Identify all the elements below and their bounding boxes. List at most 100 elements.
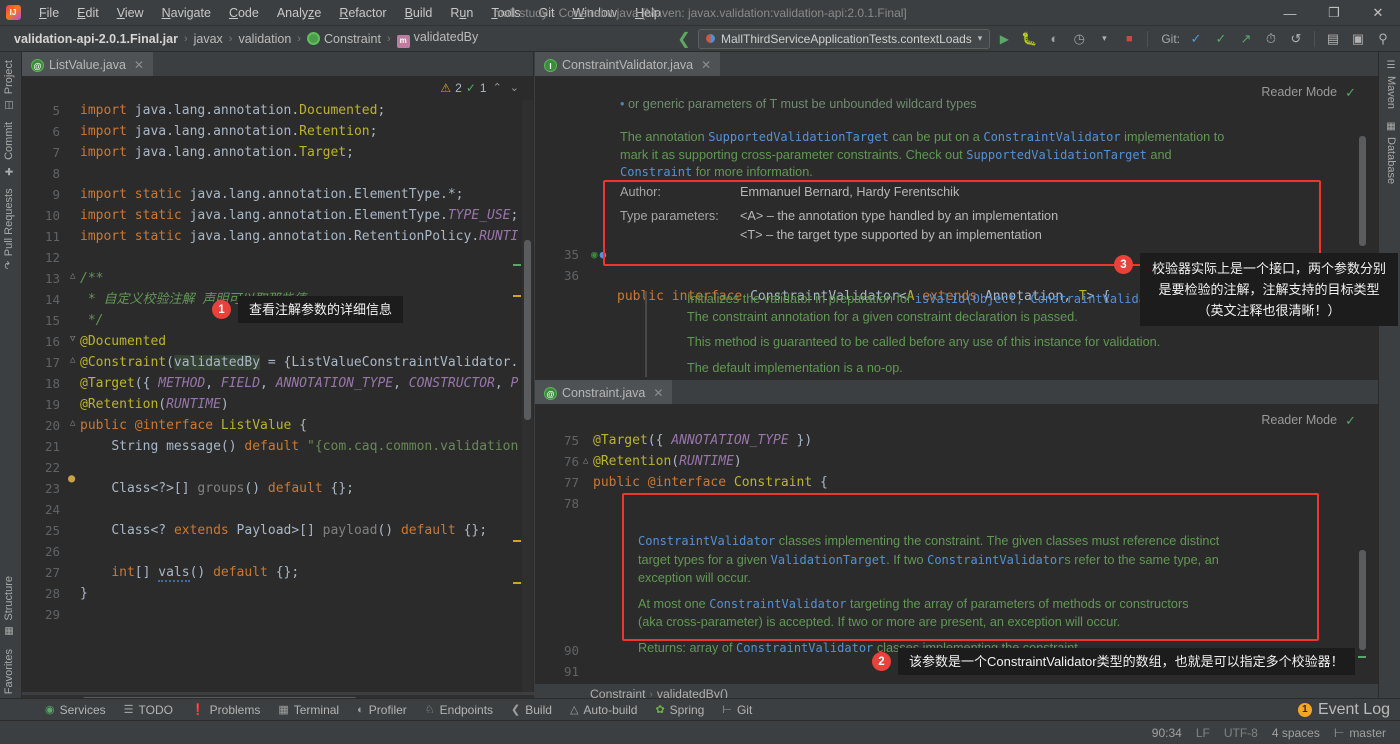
- scrollbar-thumb[interactable]: [1359, 136, 1366, 246]
- code-line[interactable]: import static java.lang.annotation.Eleme…: [80, 205, 518, 226]
- tool-window-build[interactable]: ❮ Build: [502, 701, 561, 719]
- sidebar-item-pull-requests[interactable]: ↷ Pull Requests: [0, 182, 18, 275]
- code-line[interactable]: [80, 247, 518, 268]
- code-line[interactable]: [80, 457, 518, 478]
- reader-mode-toggle[interactable]: Reader Mode ✓: [1261, 410, 1356, 431]
- tool-window-git[interactable]: ⊢ Git: [713, 701, 761, 719]
- code-editor-right-top[interactable]: Reader Mode ✓ • or generic parameters of…: [535, 76, 1378, 380]
- line-separator[interactable]: LF: [1196, 726, 1210, 740]
- breadcrumb-item-validatedby[interactable]: m validatedBy: [393, 29, 483, 49]
- menu-analyze[interactable]: Analyze: [268, 3, 330, 23]
- menu-view[interactable]: View: [108, 3, 153, 23]
- minimize-button[interactable]: —: [1268, 0, 1312, 26]
- restore-button[interactable]: ❐: [1312, 0, 1356, 26]
- menu-git[interactable]: Git: [530, 3, 564, 23]
- code-line[interactable]: @Constraint(validatedBy = {ListValueCons…: [80, 352, 518, 373]
- sidebar-item-structure[interactable]: ▦ Structure: [0, 570, 18, 643]
- doc-link[interactable]: ConstraintValidator: [638, 534, 775, 548]
- menu-edit[interactable]: Edit: [68, 3, 108, 23]
- code-line[interactable]: public @interface ListValue {: [80, 415, 518, 436]
- breadcrumb-item-javax[interactable]: javax: [190, 31, 227, 47]
- fold-marker-icon[interactable]: △: [70, 413, 75, 434]
- fold-marker-icon[interactable]: △: [583, 451, 588, 472]
- sidebar-item-commit[interactable]: ✚ Commit: [0, 116, 18, 182]
- main-menu[interactable]: FFileile Edit View Navigate Code Analyze…: [30, 3, 670, 23]
- git-rollback-icon[interactable]: ↺: [1285, 28, 1307, 50]
- tool-window-endpoints[interactable]: ♘ Endpoints: [416, 701, 502, 719]
- code-line[interactable]: /**: [80, 268, 518, 289]
- sidebar-item-project[interactable]: ◫ Project: [0, 54, 18, 116]
- tool-window-profiler[interactable]: ◐ Profiler: [348, 701, 416, 719]
- debug-icon[interactable]: 🐛: [1018, 28, 1040, 50]
- code-line[interactable]: [593, 493, 828, 514]
- close-icon[interactable]: ✕: [134, 58, 144, 72]
- tool-window-services[interactable]: ◉ Services: [36, 701, 115, 719]
- code-line[interactable]: int[] vals() default {};: [80, 562, 518, 583]
- check-icon[interactable]: ✓: [1345, 82, 1356, 103]
- profile-icon[interactable]: ◷: [1068, 28, 1090, 50]
- git-commit-icon[interactable]: ✓: [1210, 28, 1232, 50]
- code-line[interactable]: import java.lang.annotation.Retention;: [80, 121, 518, 142]
- sidebar-item-maven[interactable]: ☰ Maven: [1382, 54, 1400, 115]
- code-line[interactable]: import static java.lang.annotation.Reten…: [80, 226, 518, 247]
- fold-marker-icon[interactable]: △: [70, 266, 75, 287]
- git-update-icon[interactable]: ✓: [1185, 28, 1207, 50]
- tool-window-auto-build[interactable]: △ Auto-build: [561, 701, 647, 719]
- run-icon[interactable]: ▶: [993, 28, 1015, 50]
- menu-window[interactable]: Window: [563, 3, 625, 23]
- code-line[interactable]: Class<? extends Payload>[] payload() def…: [80, 520, 518, 541]
- tool-window-todo[interactable]: ☰ TODO: [115, 701, 182, 719]
- tool-window-problems[interactable]: ❗ Problems: [182, 701, 269, 719]
- code-line[interactable]: public @interface Constraint {: [593, 472, 828, 493]
- code-line[interactable]: String message() default "{com.caq.commo…: [80, 436, 518, 457]
- close-icon[interactable]: ✕: [653, 386, 663, 400]
- tool-window-spring[interactable]: ✿ Spring: [646, 701, 713, 719]
- breadcrumb-item-constraint[interactable]: Constraint: [303, 31, 385, 47]
- doc-link[interactable]: ValidationTarget: [771, 553, 887, 567]
- search-everywhere-icon[interactable]: ⚲: [1372, 28, 1394, 50]
- breadcrumb-item-validation[interactable]: validation: [234, 31, 295, 47]
- git-push-icon[interactable]: ↗: [1235, 28, 1257, 50]
- implemented-interface-icon[interactable]: ●: [68, 468, 75, 489]
- previous-problem-icon[interactable]: ⌃: [491, 78, 504, 99]
- code-line[interactable]: import static java.lang.annotation.Eleme…: [80, 184, 518, 205]
- caret-position[interactable]: 90:34: [1152, 726, 1182, 740]
- check-icon[interactable]: ✓: [1345, 410, 1356, 431]
- vertical-scrollbar-right-top[interactable]: [1357, 76, 1367, 380]
- git-history-icon[interactable]: ⏱: [1260, 28, 1282, 50]
- event-log-label[interactable]: Event Log: [1318, 701, 1390, 719]
- code-line[interactable]: Class<?>[] groups() default {};: [80, 478, 518, 499]
- code-line[interactable]: [80, 499, 518, 520]
- code-line[interactable]: [80, 163, 518, 184]
- run-coverage-icon[interactable]: ◐: [1043, 28, 1065, 50]
- menu-refactor[interactable]: Refactor: [330, 3, 395, 23]
- event-log-area[interactable]: 1 Event Log: [1297, 701, 1400, 719]
- menu-run[interactable]: Run: [441, 3, 482, 23]
- run-configuration-selector[interactable]: MallThirdServiceApplicationTests.context…: [698, 28, 991, 49]
- vertical-scrollbar-left[interactable]: [522, 100, 533, 692]
- menu-tools[interactable]: Tools: [482, 3, 529, 23]
- build-icon[interactable]: ▤: [1322, 28, 1344, 50]
- code-line[interactable]: }: [80, 583, 518, 604]
- code-line[interactable]: @Target({ METHOD, FIELD, ANNOTATION_TYPE…: [80, 373, 518, 394]
- breadcrumb-item-jar[interactable]: validation-api-2.0.1.Final.jar: [10, 31, 182, 47]
- menu-navigate[interactable]: Navigate: [153, 3, 220, 23]
- fold-marker-icon[interactable]: △: [70, 350, 75, 371]
- menu-code[interactable]: Code: [220, 3, 268, 23]
- fold-marker-icon[interactable]: ▽: [70, 329, 75, 350]
- override-icon[interactable]: ●: [600, 244, 607, 265]
- code-line[interactable]: @Retention(RUNTIME): [80, 394, 518, 415]
- breadcrumb[interactable]: validation-api-2.0.1.Final.jar › javax ›…: [10, 29, 482, 49]
- chevron-down-icon[interactable]: ▾: [1093, 28, 1115, 50]
- doc-link[interactable]: ConstraintValidator: [927, 553, 1064, 567]
- git-branch-widget[interactable]: ⊢ master: [1334, 726, 1386, 740]
- code-line[interactable]: @Target({ ANNOTATION_TYPE }): [593, 430, 828, 451]
- window-controls[interactable]: — ❐ ✕: [1268, 0, 1400, 26]
- back-arrow-icon[interactable]: ❮: [673, 28, 695, 50]
- code-line[interactable]: @Documented: [80, 331, 518, 352]
- close-icon[interactable]: ✕: [701, 58, 711, 72]
- tab-constraint-java[interactable]: @ Constraint.java ✕: [535, 380, 673, 404]
- tab-listvalue-java[interactable]: @ ListValue.java ✕: [22, 52, 153, 76]
- scrollbar-thumb[interactable]: [524, 240, 531, 420]
- doc-link[interactable]: ConstraintValidator: [983, 130, 1120, 144]
